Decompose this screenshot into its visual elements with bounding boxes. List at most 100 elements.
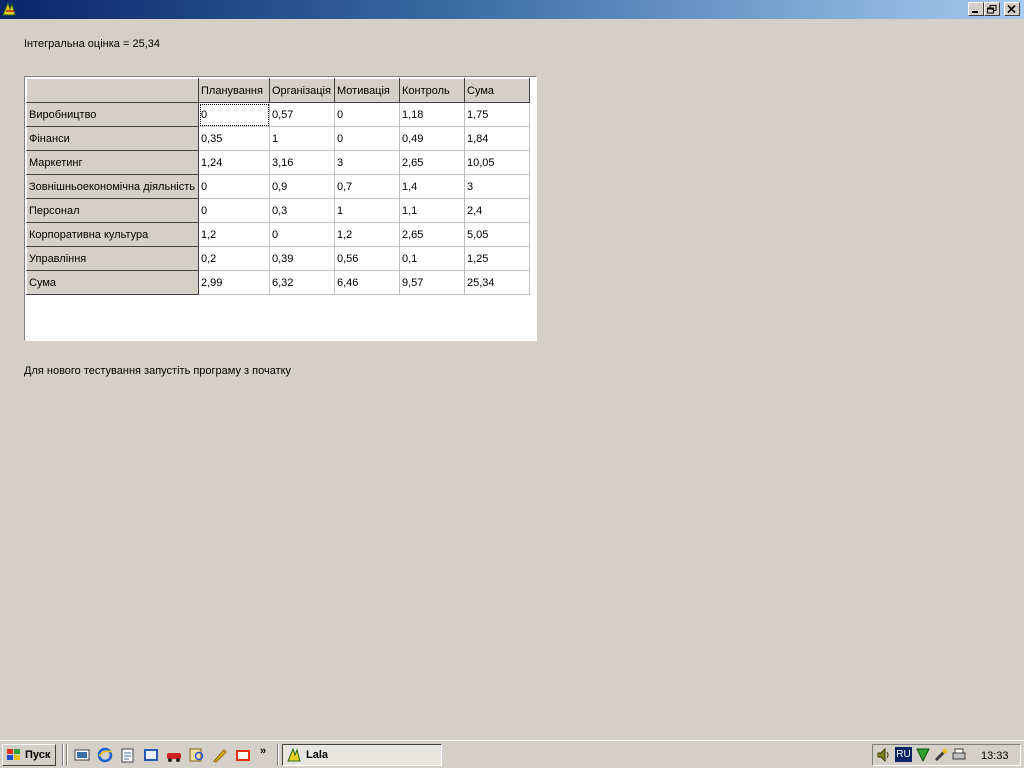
- grid-cell[interactable]: 25,34: [464, 270, 530, 295]
- grid-cell[interactable]: 6,32: [269, 270, 335, 295]
- evaluation-table: Планування Організація Мотивація Контроль Су…: [26, 78, 530, 295]
- volume-icon[interactable]: [876, 747, 892, 763]
- search-app-icon[interactable]: [189, 747, 205, 763]
- start-button[interactable]: Пуск: [2, 744, 56, 766]
- grid-cell[interactable]: 0,56: [334, 246, 400, 271]
- notepad-icon[interactable]: [120, 747, 136, 763]
- grid-cell[interactable]: 0: [269, 222, 335, 247]
- grid-cell[interactable]: 0,7: [334, 174, 400, 199]
- grid-cell[interactable]: 0,9: [269, 174, 335, 199]
- grid-cell[interactable]: 0,39: [269, 246, 335, 271]
- grid-cell[interactable]: 3,16: [269, 150, 335, 175]
- taskbar-separator: [277, 744, 279, 766]
- table-row: Фінанси 0,35 1 0 0,49 1,84: [26, 126, 530, 151]
- column-header: Мотивація: [334, 78, 400, 103]
- restore-icon: [987, 5, 997, 14]
- restart-hint: Для нового тестування запустіть програму…: [24, 365, 292, 377]
- tool-icon[interactable]: [933, 747, 949, 763]
- taskbar-separator: [62, 744, 64, 766]
- grid-cell[interactable]: 1,75: [464, 102, 530, 127]
- column-header: Контроль: [399, 78, 465, 103]
- show-desktop-icon[interactable]: [74, 747, 90, 763]
- grid-cell[interactable]: 0,57: [269, 102, 335, 127]
- grid-cell[interactable]: 0: [198, 174, 270, 199]
- grid-cell[interactable]: 0,3: [269, 198, 335, 223]
- grid-cell[interactable]: 10,05: [464, 150, 530, 175]
- start-label: Пуск: [25, 749, 51, 761]
- table-row: Зовнішньоекономічна діяльність 0 0,9 0,7 1,4…: [26, 174, 530, 199]
- grid-cell[interactable]: 1: [334, 198, 400, 223]
- grid-cell[interactable]: 0,49: [399, 126, 465, 151]
- quick-launch-chevron[interactable]: »: [260, 745, 266, 757]
- minimize-button[interactable]: [968, 2, 984, 16]
- language-indicator[interactable]: RU: [895, 747, 912, 762]
- grid-cell[interactable]: 3: [334, 150, 400, 175]
- row-header: Персонал: [26, 198, 199, 223]
- grid-cell[interactable]: 1: [269, 126, 335, 151]
- taskbar-app-lala[interactable]: Lala: [282, 744, 442, 766]
- grid-cell[interactable]: 0,1: [399, 246, 465, 271]
- corner-header-cell: [26, 78, 199, 103]
- grid-cell[interactable]: 1,4: [399, 174, 465, 199]
- clock: 13:33: [981, 750, 1009, 762]
- grid-cell[interactable]: 9,57: [399, 270, 465, 295]
- grid-cell[interactable]: 1,24: [198, 150, 270, 175]
- grid-cell[interactable]: 3: [464, 174, 530, 199]
- media-app-icon[interactable]: [235, 747, 251, 763]
- evaluation-grid[interactable]: Планування Організація Мотивація Контроль Су…: [24, 76, 537, 341]
- column-header: Сума: [464, 78, 530, 103]
- grid-cell[interactable]: 1,25: [464, 246, 530, 271]
- row-header: Виробництво: [26, 102, 199, 127]
- windows-logo-icon: [7, 749, 20, 760]
- grid-cell[interactable]: 0: [334, 102, 400, 127]
- row-header: Маркетинг: [26, 150, 199, 175]
- grid-cell[interactable]: 0: [198, 198, 270, 223]
- restore-button[interactable]: [984, 2, 1000, 16]
- close-icon: [1007, 5, 1016, 14]
- app-logo-icon: [287, 747, 301, 762]
- grid-cell[interactable]: 2,99: [198, 270, 270, 295]
- title-bar: [0, 0, 1024, 19]
- table-row: Корпоративна культура 1,2 0 1,2 2,65 5,05: [26, 222, 530, 247]
- outlook-icon[interactable]: [143, 747, 159, 763]
- table-row: Маркетинг 1,24 3,16 3 2,65 10,05: [26, 150, 530, 175]
- app-logo-icon[interactable]: [2, 1, 18, 17]
- taskbar-separator: [66, 744, 68, 766]
- integral-score-label: Інтегральна оцінка = 25,34: [24, 38, 160, 50]
- row-header: Корпоративна культура: [26, 222, 199, 247]
- grid-cell[interactable]: 1,84: [464, 126, 530, 151]
- column-header: Планування: [198, 78, 270, 103]
- grid-cell[interactable]: 0,2: [198, 246, 270, 271]
- row-header: Зовнішньоекономічна діяльність: [26, 174, 199, 199]
- header-row: Планування Організація Мотивація Контроль Су…: [26, 78, 530, 103]
- system-tray: RU 13:33: [872, 744, 1021, 766]
- grid-cell[interactable]: 1,1: [399, 198, 465, 223]
- pencil-app-icon[interactable]: [212, 747, 228, 763]
- internet-explorer-icon[interactable]: [97, 747, 113, 763]
- grid-cell[interactable]: 6,46: [334, 270, 400, 295]
- car-app-icon[interactable]: [166, 747, 182, 763]
- row-header: Управління: [26, 246, 199, 271]
- grid-cell[interactable]: 0,35: [198, 126, 270, 151]
- table-row: Управління 0,2 0,39 0,56 0,1 1,25: [26, 246, 530, 271]
- grid-cell[interactable]: 0: [198, 102, 270, 127]
- grid-cell[interactable]: 1,2: [334, 222, 400, 247]
- row-header: Сума: [26, 270, 199, 295]
- grid-cell[interactable]: 1,2: [198, 222, 270, 247]
- grid-cell[interactable]: 5,05: [464, 222, 530, 247]
- grid-cell[interactable]: 2,4: [464, 198, 530, 223]
- taskbar-app-label: Lala: [306, 749, 329, 761]
- table-row: Персонал 0 0,3 1 1,1 2,4: [26, 198, 530, 223]
- table-row: Виробництво 0 0,57 0 1,18 1,75: [26, 102, 530, 127]
- close-button[interactable]: [1004, 2, 1020, 16]
- network-icon[interactable]: [915, 747, 931, 763]
- column-header: Організація: [269, 78, 335, 103]
- grid-cell[interactable]: 0: [334, 126, 400, 151]
- grid-cell[interactable]: 1,18: [399, 102, 465, 127]
- row-header: Фінанси: [26, 126, 199, 151]
- taskbar: Пуск » Lala RU 13:33: [0, 740, 1024, 768]
- grid-cell[interactable]: 2,65: [399, 150, 465, 175]
- grid-cell[interactable]: 2,65: [399, 222, 465, 247]
- table-row: Сума 2,99 6,32 6,46 9,57 25,34: [26, 270, 530, 295]
- printer-icon[interactable]: [951, 747, 967, 763]
